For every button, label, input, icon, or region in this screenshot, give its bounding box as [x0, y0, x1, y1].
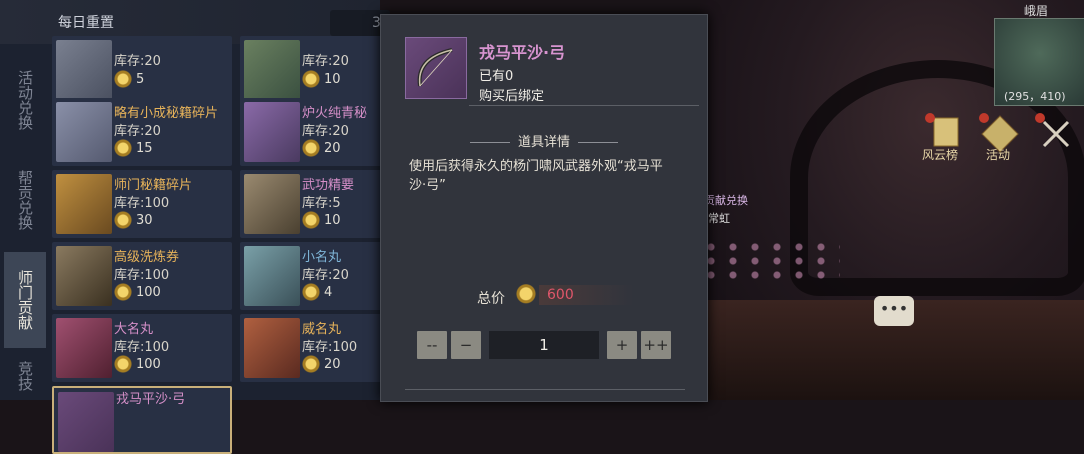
item-stock: 库存:5 — [302, 196, 341, 211]
item-stock: 库存:20 — [302, 268, 349, 283]
contribution-coin-icon — [302, 355, 320, 375]
item-stock: 库存:100 — [114, 196, 170, 211]
chat-button[interactable]: ••• — [874, 296, 914, 326]
tab-sect-contribution[interactable]: 师门贡献 — [4, 252, 46, 348]
bow-icon — [58, 392, 114, 452]
pill-cake-icon — [244, 318, 300, 378]
item-price: 100 — [136, 357, 161, 372]
item-name: 威名丸 — [302, 322, 342, 337]
contribution-coin-icon — [114, 283, 132, 303]
reset-label: 每日重置 — [58, 15, 114, 31]
quantity-decrease-button[interactable]: − — [451, 331, 481, 359]
item-price: 15 — [136, 141, 153, 156]
item-name: 大名丸 — [114, 322, 154, 337]
shop-item[interactable]: 库存:20 5 — [52, 36, 232, 104]
scene-petals — [700, 240, 840, 280]
quantity-increase-button[interactable]: + — [607, 331, 637, 359]
contribution-coin-icon — [302, 70, 320, 90]
pill-plate-icon — [56, 318, 112, 378]
owned-count: 已有0 — [479, 69, 514, 84]
map-name: 峨眉 — [1024, 4, 1049, 18]
shop-item[interactable]: 师门秘籍碎片 库存:100 30 — [52, 170, 232, 238]
quantity-min-button[interactable]: -- — [417, 331, 447, 359]
activity-label: 活动 — [986, 148, 1011, 162]
divider-right — [578, 142, 618, 143]
item-stock: 库存:100 — [114, 340, 170, 355]
item-stock: 库存:100 — [302, 340, 358, 355]
divider — [469, 105, 699, 106]
item-stock: 库存:20 — [114, 54, 161, 69]
item-name: 师门秘籍碎片 — [114, 178, 193, 193]
contribution-coin-icon — [114, 139, 132, 159]
dialog-item-name: 戎马平沙·弓 — [479, 43, 566, 62]
tab-guild-exchange[interactable]: 帮贡兑换 — [4, 152, 46, 248]
gift-box-icon — [56, 174, 112, 234]
shop-panel: 每日重置 3 活动兑换 帮贡兑换 师门贡献 竞技 库存:20 5 库存:20 1… — [0, 0, 420, 454]
chat-bubble-icon: ••• — [879, 299, 909, 318]
item-stock: 库存:20 — [114, 124, 161, 139]
total-price: 600 — [547, 287, 574, 303]
bind-notice: 购买后绑定 — [479, 89, 545, 104]
item-name: 高级洗炼券 — [114, 250, 180, 265]
detail-title: 道具详情 — [517, 135, 570, 150]
scroll-icon — [56, 102, 112, 162]
contribution-coin-icon — [302, 139, 320, 159]
pill-plate-icon — [244, 246, 300, 306]
contribution-coin-icon — [114, 211, 132, 231]
item-stock: 库存:20 — [302, 124, 349, 139]
expand-icon — [1035, 113, 1070, 148]
bow-icon — [405, 37, 467, 99]
tab-arena[interactable]: 竞技 — [4, 352, 46, 400]
item-price: 30 — [136, 213, 153, 228]
item-price: 10 — [324, 213, 341, 228]
question-book-icon — [56, 246, 112, 306]
scroll-icon — [244, 102, 300, 162]
tab-activity-exchange[interactable]: 活动兑换 — [4, 52, 46, 148]
shop-item[interactable]: 高级洗炼券 库存:100 100 — [52, 242, 232, 310]
total-label: 总价 — [477, 291, 505, 307]
shop-category-tabs: 活动兑换 帮贡兑换 师门贡献 竞技 — [4, 48, 46, 400]
item-name: 戎马平沙·弓 — [116, 392, 186, 407]
book-icon — [244, 174, 300, 234]
item-name: 略有小成秘籍碎片 — [114, 106, 219, 121]
quantity-max-button[interactable]: ++ — [641, 331, 671, 359]
scroll-icon — [244, 40, 300, 100]
item-name: 小名丸 — [302, 250, 342, 265]
quantity-input[interactable]: 1 — [489, 331, 599, 359]
shop-item-selected[interactable]: 戎马平沙·弓 — [52, 386, 232, 454]
item-stock: 库存:100 — [114, 268, 170, 283]
item-description: 使用后获得永久的杨门啸风武器外观“戎马平沙·弓” — [409, 159, 663, 193]
leaderboard-label: 风云榜 — [922, 148, 959, 162]
detail-header: 道具详情 — [381, 131, 707, 150]
divider — [405, 389, 685, 390]
shop-item[interactable]: 大名丸 库存:100 100 — [52, 314, 232, 382]
contribution-coin-icon — [302, 283, 320, 303]
item-price: 5 — [136, 72, 145, 87]
item-price: 20 — [324, 141, 341, 156]
item-name: 炉火纯青秘 — [302, 106, 368, 121]
npc-title: 贡献兑换 — [704, 194, 748, 207]
npc-name[interactable]: 常虹 — [708, 210, 730, 226]
map-coordinates: (295，410) — [1004, 90, 1066, 103]
contribution-coin-icon — [114, 70, 132, 90]
contribution-coin-icon — [515, 283, 537, 307]
purchase-dialog: 戎马平沙·弓 已有0 购买后绑定 道具详情 使用后获得永久的杨门啸风武器外观“戎… — [380, 14, 708, 402]
scroll-icon — [56, 40, 112, 100]
contribution-coin-icon — [302, 211, 320, 231]
divider-left — [469, 142, 510, 143]
contribution-coin-icon — [114, 355, 132, 375]
item-price: 10 — [324, 72, 341, 87]
more-button[interactable] — [1034, 112, 1078, 156]
item-stock: 库存:20 — [302, 54, 349, 69]
shop-item[interactable]: 略有小成秘籍碎片 库存:20 15 — [52, 98, 232, 166]
item-price: 100 — [136, 285, 161, 300]
item-name: 武功精要 — [302, 178, 355, 193]
item-price: 20 — [324, 357, 341, 372]
item-price: 4 — [324, 285, 333, 300]
